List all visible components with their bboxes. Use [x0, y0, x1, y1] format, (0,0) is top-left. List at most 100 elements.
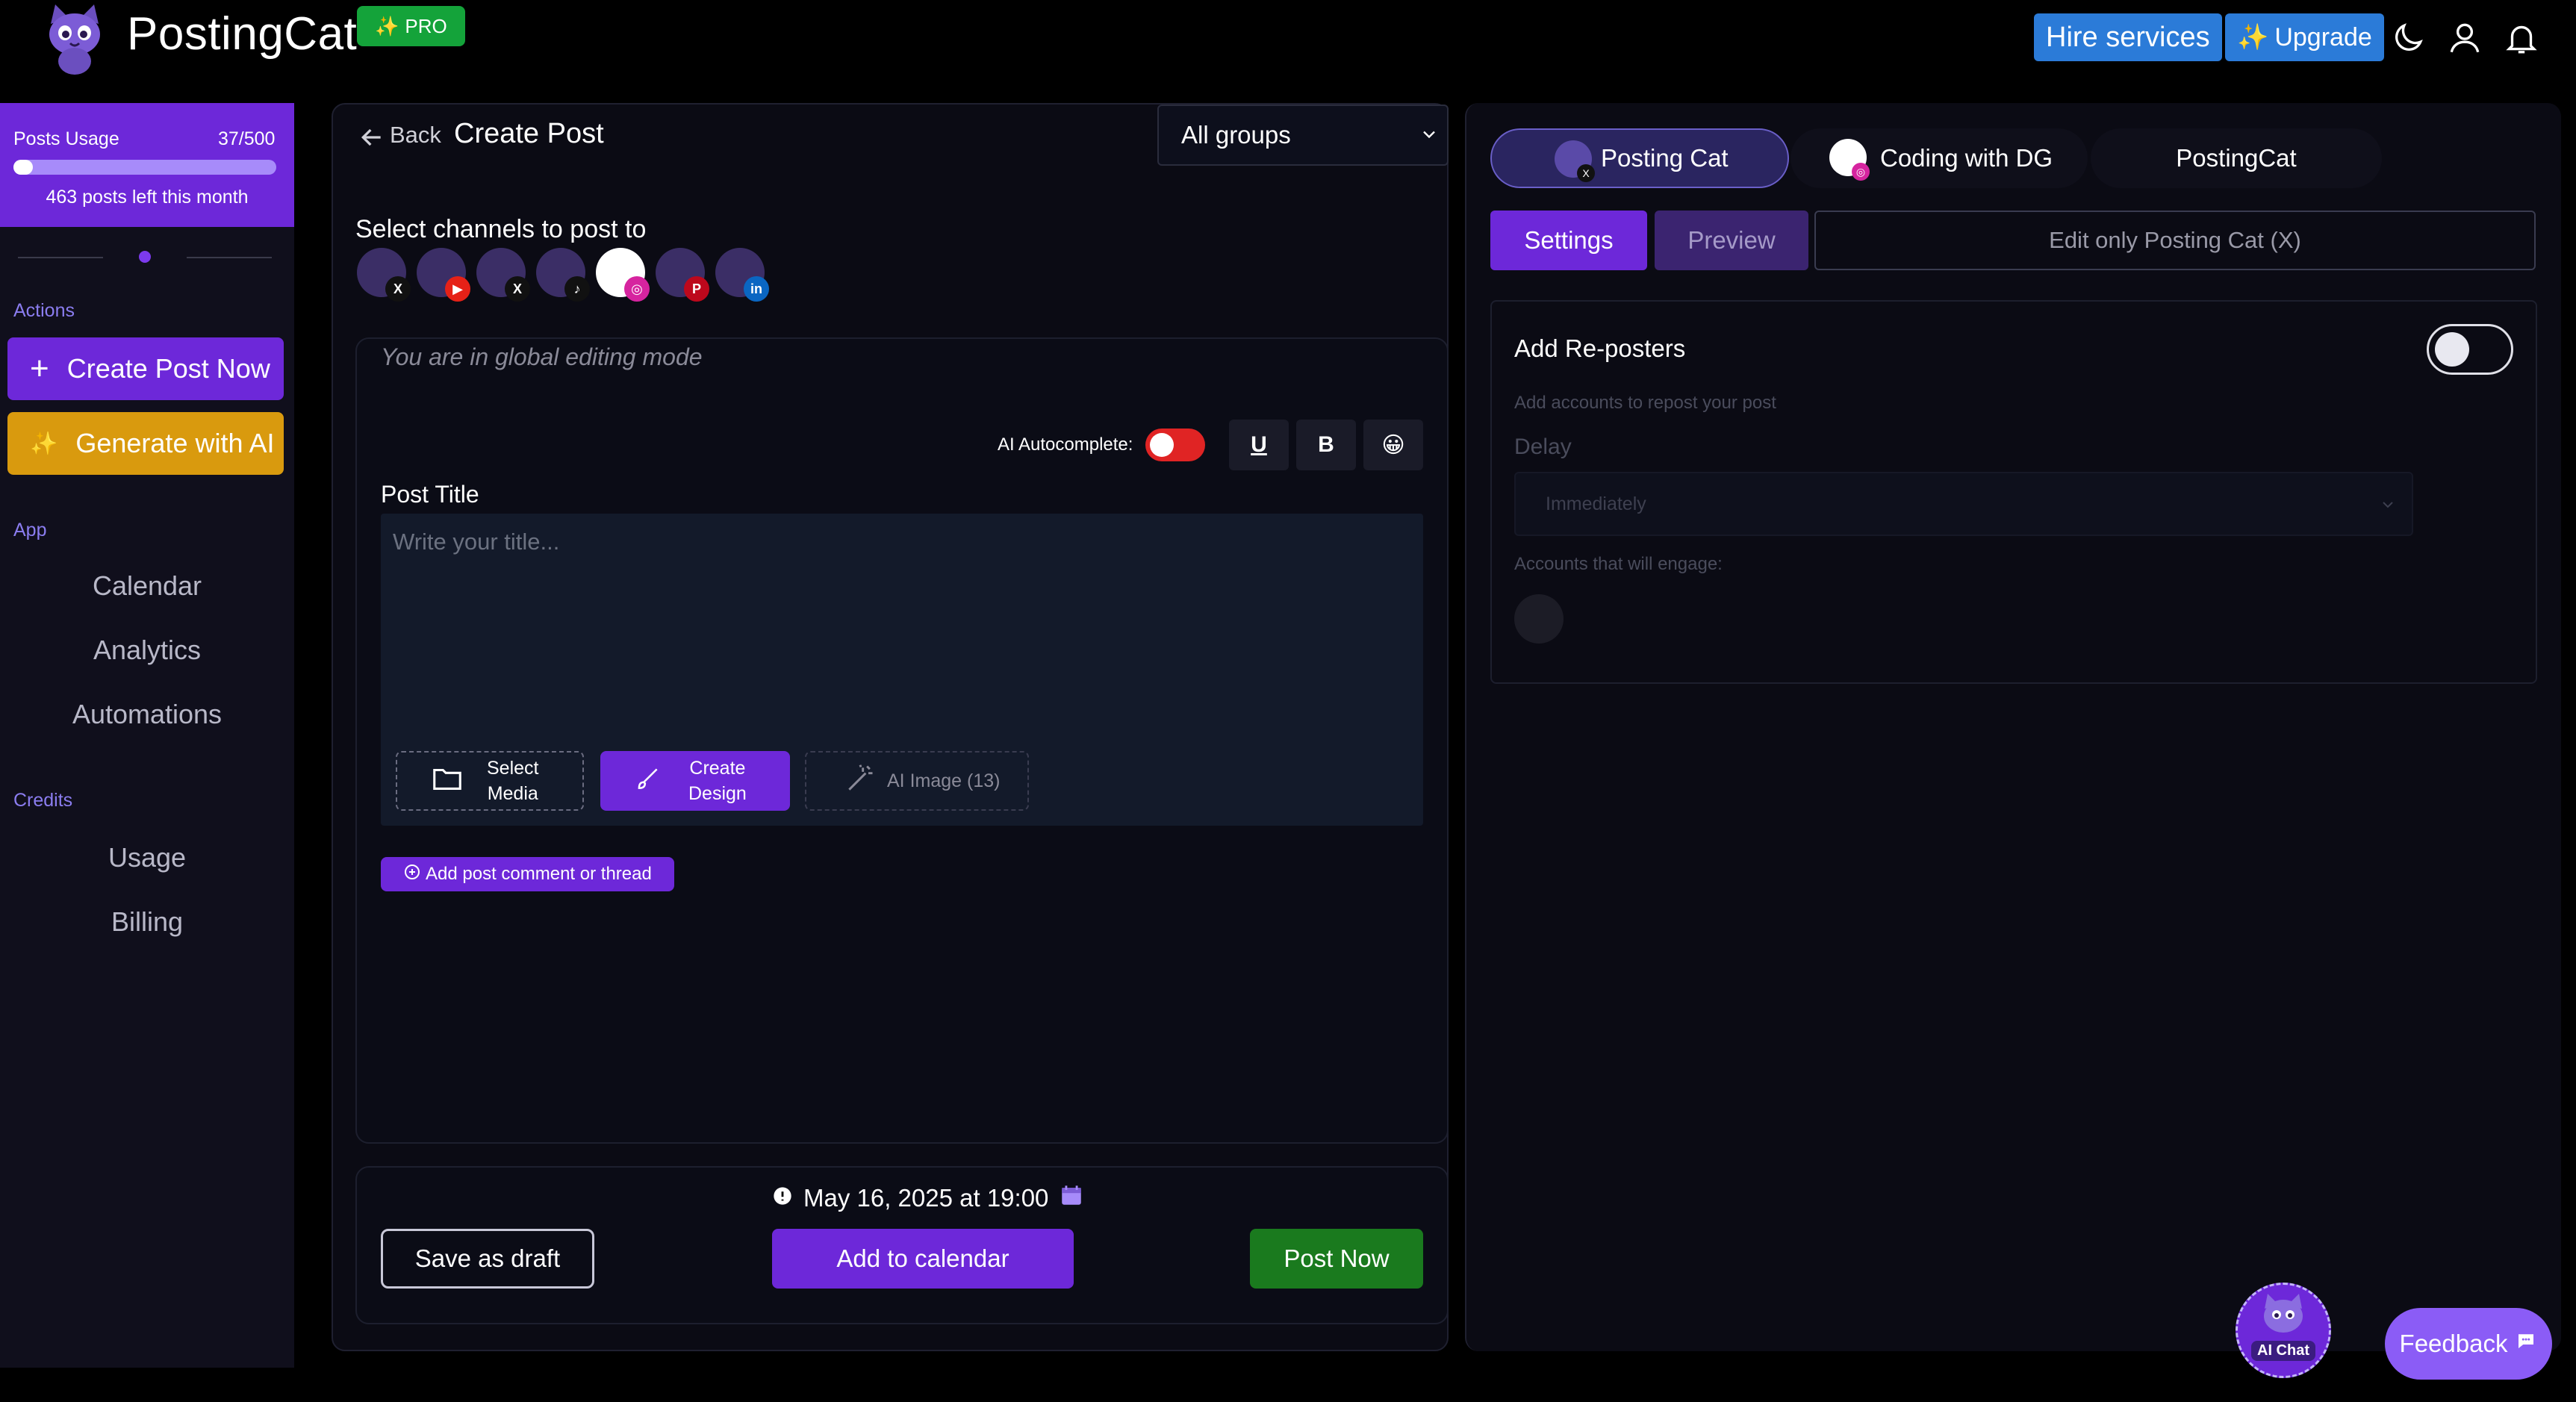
toggle-knob — [2435, 332, 2469, 367]
pro-badge: ✨ PRO — [357, 6, 465, 46]
sidebar-item-calendar[interactable]: Calendar — [0, 570, 294, 602]
feedback-label: Feedback — [2399, 1330, 2508, 1357]
sidebar-item-automations[interactable]: Automations — [0, 699, 294, 730]
generate-with-ai-label: Generate with AI — [75, 428, 275, 458]
tab-preview[interactable]: Preview — [1655, 211, 1808, 270]
underline-button[interactable]: U — [1229, 420, 1289, 470]
toggle-knob — [1150, 433, 1174, 457]
cat-icon — [2264, 1294, 2303, 1333]
user-icon[interactable] — [2446, 19, 2483, 57]
moon-icon[interactable] — [2389, 19, 2427, 57]
edit-only-button[interactable]: Edit only Posting Cat (X) — [1814, 211, 2536, 270]
divider — [18, 257, 103, 258]
bell-icon[interactable] — [2503, 19, 2540, 57]
post-title-label: Post Title — [381, 481, 479, 508]
bold-button[interactable]: B — [1296, 420, 1356, 470]
sidebar — [0, 103, 294, 1368]
magic-wand-icon — [844, 762, 877, 800]
channel-avatar[interactable]: ▶ — [417, 248, 470, 302]
account-tab-posting-cat[interactable]: X Posting Cat — [1490, 128, 1789, 188]
channels-label: Select channels to post to — [355, 215, 647, 243]
delay-select-value: Immediately — [1546, 493, 1646, 514]
hire-services-button[interactable]: Hire services — [2034, 13, 2222, 61]
select-media-line2: Media — [487, 783, 538, 804]
sidebar-item-analytics[interactable]: Analytics — [0, 635, 294, 666]
feedback-button[interactable]: Feedback — [2385, 1308, 2552, 1380]
calendar-icon[interactable] — [1059, 1183, 1084, 1214]
posts-usage-count: 37/500 — [218, 128, 276, 149]
delay-select[interactable]: Immediately — [1514, 472, 2413, 536]
avatar[interactable] — [1514, 594, 1564, 644]
add-comment-label: Add post comment or thread — [426, 864, 652, 884]
chevron-down-icon — [1419, 122, 1440, 151]
select-media-label: Select Media — [487, 755, 538, 806]
create-post-now-label: Create Post Now — [66, 353, 270, 384]
reposters-toggle[interactable] — [2427, 324, 2513, 375]
arrow-left-icon[interactable] — [357, 122, 387, 152]
x-icon: X — [385, 276, 411, 302]
x-icon: X — [1577, 164, 1595, 182]
account-tab-coding-with-dg[interactable]: ◎ Coding with DG — [1791, 128, 2088, 188]
create-design-label: Create Design — [688, 755, 747, 806]
upgrade-button[interactable]: ✨ Upgrade — [2225, 13, 2384, 61]
engage-label: Accounts that will engage: — [1514, 554, 1723, 574]
channel-avatar[interactable]: X — [357, 248, 411, 302]
account-tab-label: PostingCat — [2176, 144, 2297, 172]
divider-dot — [139, 251, 151, 263]
instagram-icon: ◎ — [1852, 163, 1870, 181]
schedule-date-text: May 16, 2025 at 19:00 — [803, 1184, 1049, 1212]
account-tab-postingcat[interactable]: PostingCat — [2091, 128, 2382, 188]
select-media-button[interactable]: Select Media — [396, 751, 584, 811]
sidebar-item-usage[interactable]: Usage — [0, 842, 294, 873]
instagram-icon: ◎ — [624, 276, 650, 302]
create-design-button[interactable]: Create Design — [600, 751, 790, 811]
reposters-description: Add accounts to repost your post — [1514, 393, 1776, 413]
channel-avatar[interactable]: ♪ — [536, 248, 590, 302]
create-post-now-button[interactable]: + Create Post Now — [7, 337, 284, 400]
schedule-date[interactable]: May 16, 2025 at 19:00 — [772, 1183, 1084, 1214]
channel-avatar[interactable]: ◎ — [596, 248, 650, 302]
post-now-button[interactable]: Post Now — [1250, 1229, 1423, 1289]
generate-with-ai-button[interactable]: ✨ Generate with AI — [7, 412, 284, 475]
groups-select-value: All groups — [1181, 121, 1291, 149]
tiktok-icon: ♪ — [564, 276, 590, 302]
account-tab-label: Coding with DG — [1880, 144, 2053, 172]
channel-avatar[interactable]: X — [476, 248, 530, 302]
save-as-draft-button[interactable]: Save as draft — [381, 1229, 594, 1289]
sparkle-icon: ✨ — [2237, 23, 2269, 52]
groups-select[interactable]: All groups — [1157, 105, 1449, 166]
add-comment-button[interactable]: Add post comment or thread — [381, 857, 674, 891]
emoji-button[interactable]: 😀 — [1363, 420, 1423, 470]
brand-name: PostingCat — [127, 8, 358, 60]
pinterest-icon: P — [684, 276, 709, 302]
back-button[interactable]: Back — [390, 122, 441, 149]
upgrade-label: Upgrade — [2274, 22, 2372, 52]
folder-icon — [430, 761, 464, 801]
tab-settings[interactable]: Settings — [1490, 211, 1647, 270]
usage-progress-track — [13, 160, 276, 175]
pro-badge-label: PRO — [405, 14, 447, 37]
plus-circle-icon — [403, 863, 421, 886]
chevron-down-icon — [2379, 496, 2397, 519]
ai-autocomplete-toggle[interactable] — [1145, 429, 1205, 461]
posting-cat-logo[interactable] — [37, 1, 112, 76]
channel-avatar[interactable]: P — [656, 248, 709, 302]
linkedin-icon: in — [744, 276, 769, 302]
ai-chat-label: AI Chat — [2251, 1341, 2315, 1361]
create-design-line1: Create — [689, 758, 746, 779]
chat-bubble-icon — [2515, 1330, 2537, 1358]
sidebar-item-billing[interactable]: Billing — [0, 906, 294, 938]
plus-icon: + — [30, 350, 49, 387]
select-media-line1: Select — [487, 758, 539, 779]
ai-image-button[interactable]: AI Image (13) — [805, 751, 1029, 811]
add-to-calendar-button[interactable]: Add to calendar — [772, 1229, 1074, 1289]
credits-section-label: Credits — [13, 790, 73, 811]
global-mode-text: You are in global editing mode — [381, 343, 703, 370]
x-icon: X — [505, 276, 530, 302]
account-tab-label: Posting Cat — [1601, 144, 1729, 172]
posts-left-text: 463 posts left this month — [46, 187, 249, 208]
ai-chat-button[interactable]: AI Chat — [2236, 1283, 2331, 1378]
sparkle-icon: ✨ — [375, 14, 399, 37]
channel-avatar[interactable]: in — [715, 248, 769, 302]
sparkle-icon: ✨ — [30, 431, 58, 456]
